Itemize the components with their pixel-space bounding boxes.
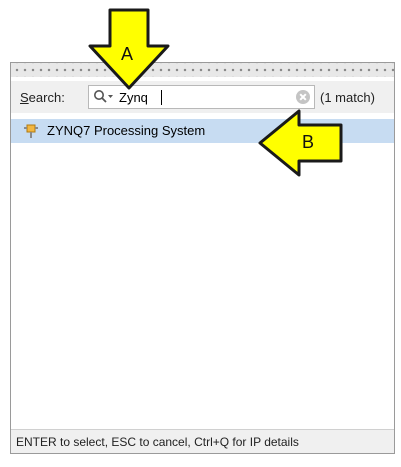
- status-text: ENTER to select, ESC to cancel, Ctrl+Q f…: [16, 435, 299, 449]
- search-icon[interactable]: [93, 89, 115, 105]
- search-label: Search:: [20, 90, 65, 105]
- drag-grip[interactable]: [11, 63, 394, 77]
- search-input[interactable]: [119, 88, 289, 106]
- ip-core-icon: [24, 124, 38, 138]
- result-label: ZYNQ7 Processing System: [47, 123, 206, 138]
- text-caret: [161, 90, 162, 105]
- callout-arrow-b: B: [257, 108, 345, 178]
- clear-search-icon[interactable]: [296, 90, 310, 104]
- callout-arrow-a: A: [86, 8, 172, 90]
- callout-label-a: A: [121, 44, 134, 64]
- status-bar: ENTER to select, ESC to cancel, Ctrl+Q f…: [11, 429, 394, 453]
- callout-label-b: B: [302, 132, 315, 152]
- match-count: (1 match): [320, 90, 375, 105]
- arrow-left-icon: [258, 109, 343, 177]
